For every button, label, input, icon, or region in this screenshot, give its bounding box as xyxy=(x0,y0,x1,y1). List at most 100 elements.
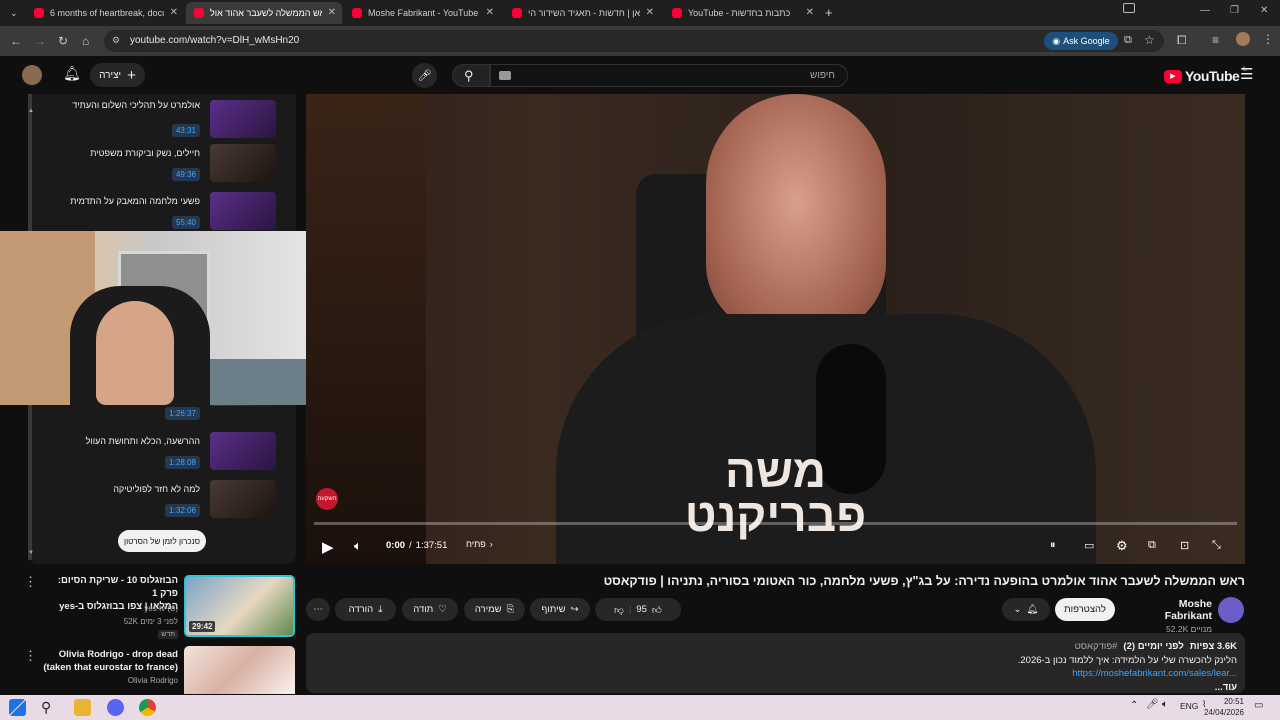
home-icon[interactable]: ⌂ xyxy=(82,34,89,48)
recommendation-item[interactable]: 29:42 הבוזגלוס 10 - שריקת הסיום: פרק 1 ה… xyxy=(24,574,296,639)
autoplay-toggle-icon[interactable]: ⏸ xyxy=(1050,539,1056,552)
download-button[interactable]: הורדה ⤓ xyxy=(335,598,396,621)
channel-avatar[interactable] xyxy=(1218,597,1244,623)
new-tab-icon[interactable]: + xyxy=(825,5,833,20)
tab-3[interactable]: Moshe Fabrikant - YouTube ✕ xyxy=(344,2,500,24)
profile-avatar[interactable] xyxy=(1236,32,1250,46)
channel-name[interactable]: Olivia Rodrigo xyxy=(128,676,178,685)
chevron-up-icon[interactable]: ⌃ xyxy=(1130,700,1138,711)
notification-bell-button[interactable]: ⌄ 🔔︎ xyxy=(1002,598,1050,621)
volume-tray-icon[interactable]: 🔈︎ xyxy=(1162,699,1168,710)
hamburger-menu-icon[interactable]: ☰ xyxy=(1240,65,1253,83)
subtitles-icon[interactable]: ▭ xyxy=(1084,539,1094,552)
kebab-menu-icon[interactable]: ⋮ xyxy=(1262,32,1274,46)
keyboard-icon[interactable] xyxy=(499,71,511,80)
close-icon[interactable]: ✕ xyxy=(486,7,494,18)
windows-start-icon[interactable] xyxy=(9,699,26,716)
description-link[interactable]: https://moshefabrikant.com/sales/lear... xyxy=(1072,668,1237,679)
share-label: שיתוף xyxy=(541,604,566,615)
voice-search-button[interactable]: 🎤︎ xyxy=(412,63,437,88)
profile-window-icon[interactable] xyxy=(1123,3,1135,13)
search-button[interactable]: ⚲ xyxy=(452,64,490,87)
tab-1[interactable]: 6 months of heartbreak, docum ✕ xyxy=(26,2,184,24)
tab-2-active[interactable]: ראש הממשלה לשעבר אהוד אול ✕ xyxy=(186,2,342,24)
chapter-title: חיילים, נשק וביקורת משפטית xyxy=(90,148,200,158)
channel-watermark[interactable]: השקעה xyxy=(316,488,338,510)
restore-icon[interactable]: ❐ xyxy=(1230,5,1239,16)
chapter-thumbnail xyxy=(210,100,276,138)
duration-badge: 29:42 xyxy=(189,621,216,632)
chapter-item[interactable]: למה לא חזר לפוליטיקה 1:32:06 xyxy=(30,480,286,526)
settings-gear-icon[interactable]: ⚙ xyxy=(1116,538,1128,554)
tab-4[interactable]: כאן | חדשות - תאגיד השידור הי ✕ xyxy=(504,2,660,24)
extensions-icon[interactable]: ⧠ xyxy=(1177,33,1187,48)
chrome-icon[interactable] xyxy=(139,699,156,716)
show-more-link[interactable]: ...עוד xyxy=(1215,682,1237,693)
media-controls-icon[interactable]: ≡ xyxy=(1212,33,1219,47)
chapter-item[interactable]: ההרשעה, הכלא ותחושת העוול 1:28:08 xyxy=(30,432,286,478)
sync-to-video-button[interactable]: סנכרון לזמן של הסרטון xyxy=(118,530,206,552)
chapter-item[interactable]: חיילים, נשק וביקורת משפטית 49:36 xyxy=(30,144,286,190)
close-icon[interactable]: ✕ xyxy=(806,7,814,18)
more-options-icon[interactable]: ⋮ xyxy=(24,574,37,590)
search-icon[interactable]: ⚲ xyxy=(41,699,58,716)
bell-icon: 🔔︎ xyxy=(1026,604,1039,615)
thanks-button[interactable]: תודה ♡ xyxy=(402,598,458,621)
close-icon[interactable]: ✕ xyxy=(646,7,654,18)
more-options-icon[interactable]: ⋮ xyxy=(24,648,37,664)
channel-name[interactable]: Moshe Fabrikant xyxy=(1130,598,1212,622)
subscribe-button[interactable]: להצטרפות xyxy=(1055,598,1115,621)
scroll-down-icon[interactable]: ▼ xyxy=(28,550,34,556)
dislike-icon[interactable]: 👎︎ xyxy=(614,604,624,616)
like-icon[interactable]: 👍︎ xyxy=(652,604,662,616)
notification-center-icon[interactable]: ▭ xyxy=(1254,700,1263,711)
microphone-tray-icon[interactable]: 🎤︎ xyxy=(1146,699,1159,710)
save-button[interactable]: שמירה ⎘ xyxy=(464,598,525,621)
minimize-icon[interactable]: — xyxy=(1200,5,1210,16)
chapter-item[interactable]: אולמרט על תהליכי השלום והעתיד 43:31 xyxy=(30,100,286,146)
miniplayer-icon[interactable]: ⧉ xyxy=(1148,539,1156,552)
chapter-button[interactable]: פתיח › xyxy=(466,539,493,549)
play-icon[interactable]: ▶ xyxy=(322,538,334,556)
channel-name[interactable]: yes tv (ט) xyxy=(144,604,178,613)
google-lens-icon: ◉ xyxy=(1052,35,1061,46)
share-button[interactable]: שיתוף ↪ xyxy=(530,598,590,621)
install-app-icon[interactable]: ⧉ xyxy=(1124,34,1132,47)
close-icon[interactable]: ✕ xyxy=(170,7,178,18)
clock[interactable]: 20:51 24/04/2026 xyxy=(1200,696,1244,718)
create-button[interactable]: יצירה + xyxy=(90,63,145,87)
notifications-bell-icon[interactable]: 🔔︎ xyxy=(63,65,81,82)
new-badge: חדש xyxy=(158,630,178,639)
file-explorer-icon[interactable] xyxy=(74,699,91,716)
video-thumbnail[interactable]: 29:42 xyxy=(184,575,295,637)
close-window-icon[interactable]: ✕ xyxy=(1260,5,1268,16)
back-arrow-icon[interactable]: ← xyxy=(10,34,22,48)
close-icon[interactable]: ✕ xyxy=(328,7,336,18)
bookmark-star-icon[interactable]: ☆ xyxy=(1144,33,1155,47)
site-info-icon[interactable]: ⚙ xyxy=(112,35,120,46)
forward-arrow-icon[interactable]: → xyxy=(34,34,46,48)
reload-icon[interactable]: ↻ xyxy=(58,34,68,48)
search-icon: ⚲ xyxy=(464,68,474,83)
recommendation-item[interactable]: Olivia Rodrigo - drop dead (taken that e… xyxy=(24,646,296,694)
account-avatar[interactable] xyxy=(22,65,42,85)
language-indicator[interactable]: ENG xyxy=(1180,701,1198,711)
discord-icon[interactable] xyxy=(107,699,124,716)
youtube-logo[interactable]: ▶ YouTube IL xyxy=(1164,67,1247,84)
chevron-down-icon: ⌄ xyxy=(10,7,18,18)
more-actions-button[interactable]: ⋯ xyxy=(306,598,330,621)
bed-image xyxy=(210,359,309,405)
description-box[interactable]: 3.6K צפיות לפני יומיים (2) #פודקאסט הלינ… xyxy=(306,633,1245,693)
ask-google-button[interactable]: ◉ Ask Google xyxy=(1044,32,1118,50)
tab-5[interactable]: YouTube - כתבות בחדשות ✕ xyxy=(664,2,820,24)
hashtag-link[interactable]: #פודקאסט xyxy=(1075,641,1118,652)
tab-list-button[interactable]: ⌄ xyxy=(2,2,22,24)
search-input[interactable]: חיפוש xyxy=(490,64,848,87)
url-field[interactable]: ⚙ youtube.com/watch?v=DlH_wMsHn20 ◉ Ask … xyxy=(104,30,1164,52)
fullscreen-icon[interactable]: ⤡ xyxy=(1212,539,1221,552)
cast-icon[interactable]: ⊡ xyxy=(1180,539,1189,552)
video-thumbnail[interactable] xyxy=(184,646,295,694)
video-player[interactable]: משה פבריקנט השקעה xyxy=(306,94,1245,564)
volume-icon[interactable]: 🔈︎ xyxy=(354,538,362,554)
progress-bar[interactable] xyxy=(314,522,1237,525)
